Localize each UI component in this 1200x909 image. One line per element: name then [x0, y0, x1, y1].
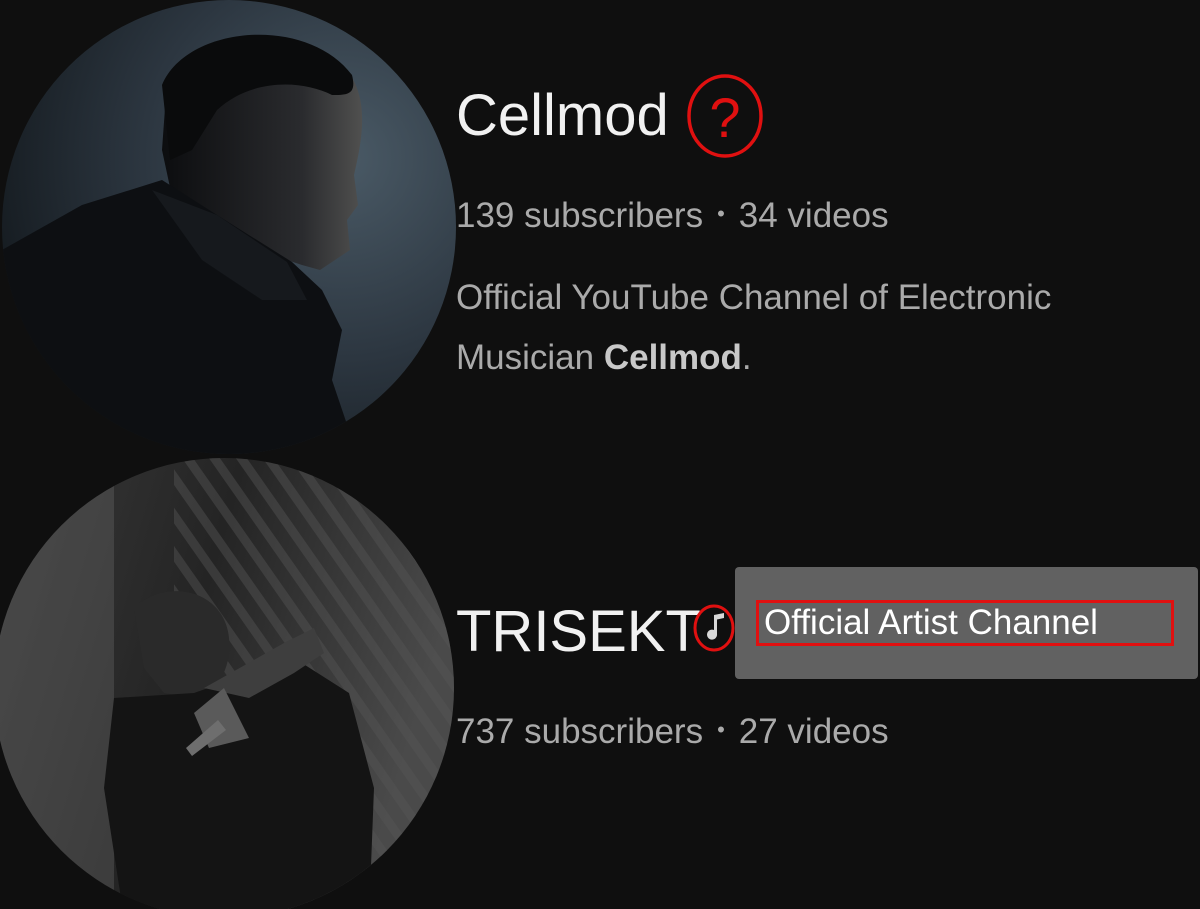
tooltip-text: Official Artist Channel — [756, 600, 1174, 646]
video-count: 34 videos — [738, 196, 889, 235]
separator-dot: • — [717, 201, 725, 226]
avatar-photo — [0, 458, 454, 909]
channel-description: Official YouTube Channel of Electronic M… — [456, 278, 1052, 377]
video-count: 27 videos — [738, 712, 889, 751]
channel-stats: 737 subscribers • 27 videos — [456, 712, 889, 752]
subscriber-count: 737 subscribers — [456, 712, 704, 751]
channel-avatar[interactable] — [0, 458, 454, 909]
channel-name[interactable]: TRISEKT — [456, 598, 701, 665]
question-mark-annotation-icon: ? — [686, 73, 764, 159]
avatar-photo — [2, 0, 456, 454]
subscriber-count: 139 subscribers — [456, 196, 704, 235]
search-results: Cellmod ? 139 subscribers • 34 videos Offi… — [0, 0, 1200, 909]
svg-text:?: ? — [709, 86, 740, 149]
channel-stats: 139 subscribers • 34 videos — [456, 196, 889, 236]
channel-name[interactable]: Cellmod — [456, 82, 669, 149]
separator-dot: • — [717, 717, 725, 742]
channel-avatar[interactable] — [2, 0, 456, 454]
music-note-icon[interactable] — [692, 601, 740, 655]
